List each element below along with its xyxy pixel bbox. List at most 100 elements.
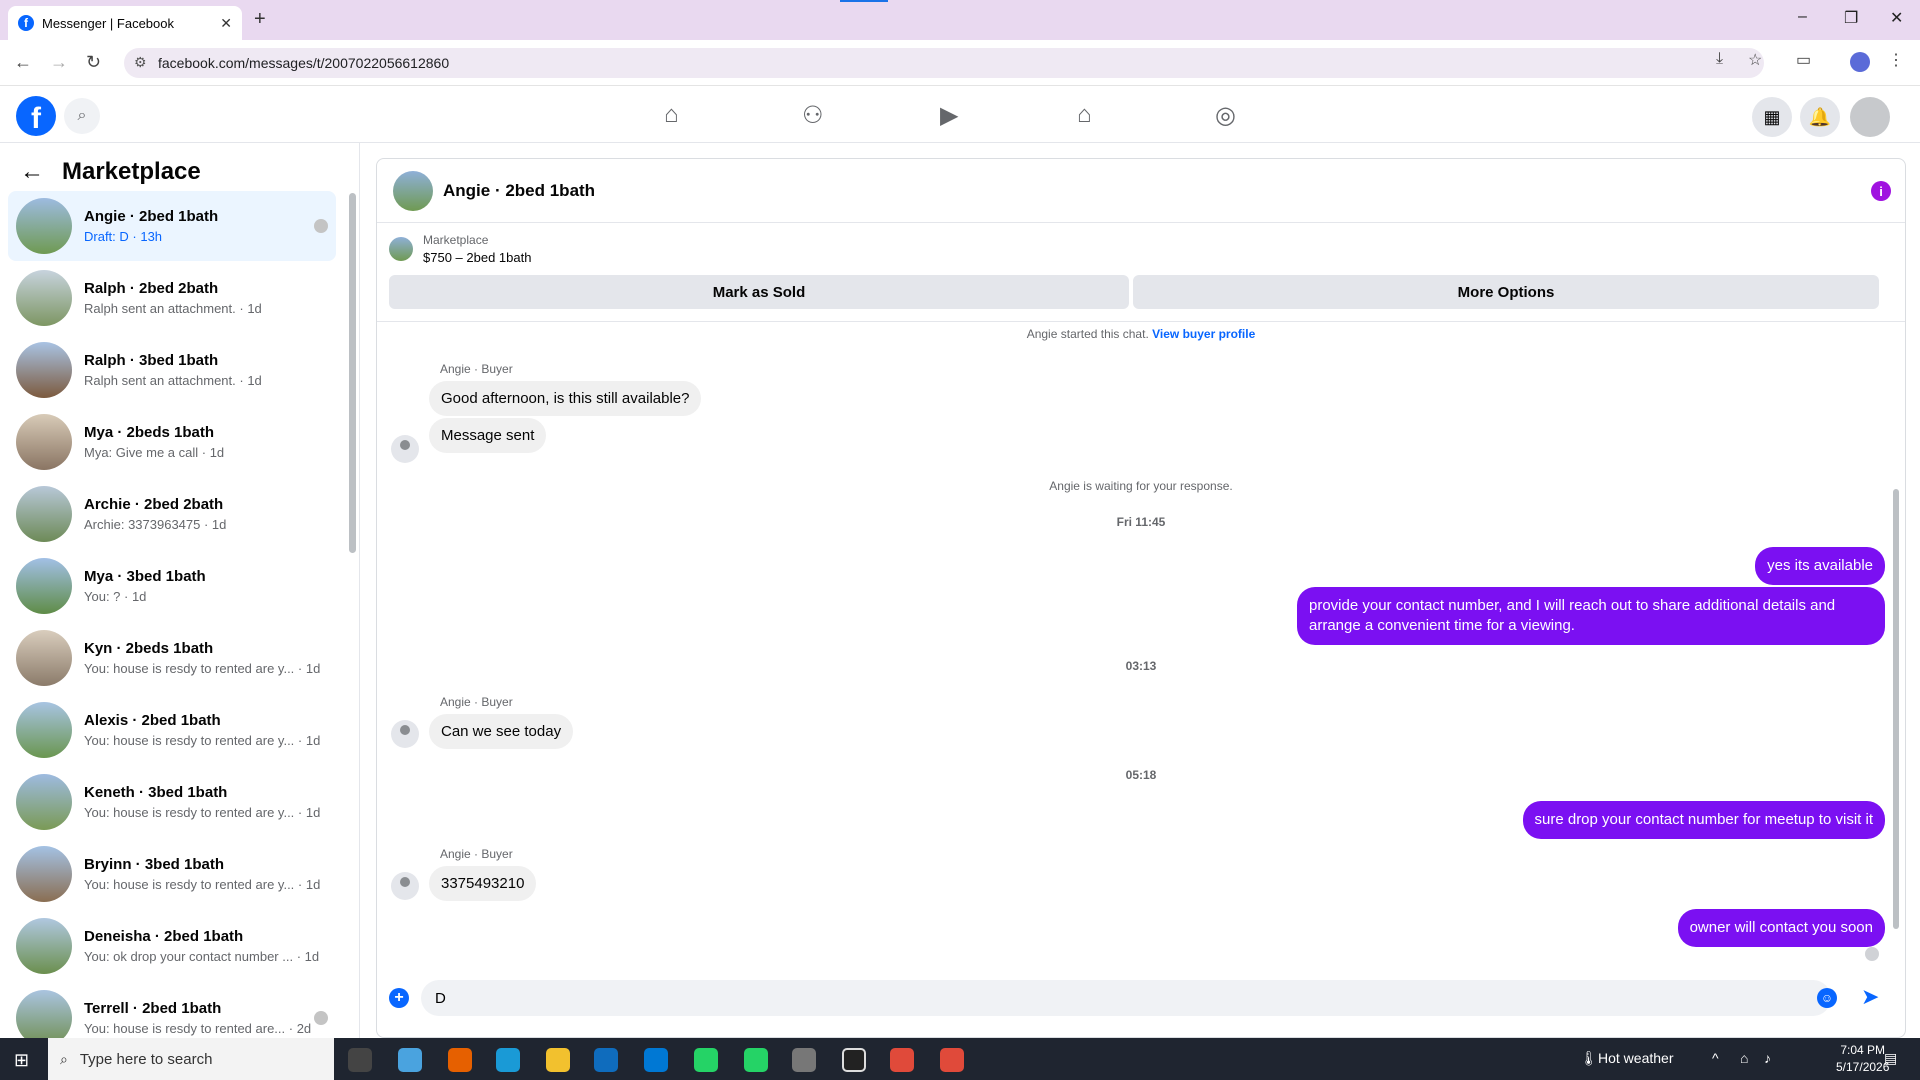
outgoing-message[interactable]: owner will contact you soon <box>1677 909 1885 947</box>
groups-icon[interactable]: ◎ <box>1215 101 1236 130</box>
chatgpt-icon[interactable] <box>842 1048 866 1072</box>
chat-title[interactable]: Angie · 2bed 1bath <box>443 181 595 201</box>
incoming-message[interactable]: Can we see today <box>429 714 574 749</box>
conversation-item[interactable]: Ralph · 3bed 1bath Ralph sent an attachme… <box>8 335 336 405</box>
chrome-profile-avatar[interactable] <box>1850 52 1870 72</box>
conversation-item[interactable]: Mya · 3bed 1bath You: ? · 1d <box>8 551 336 621</box>
weather-icon[interactable]: 🌡 <box>1580 1050 1598 1067</box>
buyer-avatar[interactable] <box>391 872 419 900</box>
conversation-snippet: You: house is resdy to rented are y... ·… <box>84 733 321 748</box>
conversation-item[interactable]: Archie · 2bed 2bath Archie: 3373963475 · … <box>8 479 336 549</box>
outgoing-message[interactable]: sure drop your contact number for meetup… <box>1522 801 1885 839</box>
maximize-button[interactable]: ❐ <box>1844 8 1858 28</box>
friends-icon[interactable]: ⚇ <box>802 101 824 130</box>
file-explorer-icon[interactable] <box>546 1048 570 1072</box>
info-icon[interactable]: i <box>1871 181 1891 201</box>
conversation-snippet: Ralph sent an attachment. · 1d <box>84 301 262 316</box>
outgoing-message[interactable]: yes its available <box>1755 547 1885 585</box>
home-icon[interactable]: ⌂ <box>664 101 679 129</box>
mark-as-sold-button[interactable]: Mark as Sold <box>389 275 1129 309</box>
more-options-button[interactable]: More Options <box>1133 275 1879 309</box>
listing-thumbnail <box>16 990 72 1038</box>
read-receipt-avatar <box>1865 947 1879 961</box>
listing-summary[interactable]: Marketplace $750 – 2bed 1bath <box>389 233 531 265</box>
search-icon[interactable]: ⌕ <box>64 98 100 134</box>
task-view-icon[interactable] <box>348 1048 372 1072</box>
url-bar[interactable]: ⚙ facebook.com/messages/t/20070220566128… <box>124 48 1764 78</box>
video-icon[interactable]: ▶ <box>940 101 958 130</box>
minimize-button[interactable]: – <box>1798 8 1807 26</box>
incoming-message[interactable]: Message sent <box>429 418 547 453</box>
chat-avatar[interactable] <box>393 170 433 211</box>
install-icon[interactable]: ⤓ <box>1716 50 1723 68</box>
volume-icon[interactable]: ♪ <box>1764 1050 1771 1066</box>
back-icon[interactable]: ← <box>14 52 32 73</box>
buyer-avatar[interactable] <box>391 720 419 748</box>
browser-tab[interactable]: f Messenger | Facebook ✕ <box>8 6 242 40</box>
emoji-icon[interactable]: ☺ <box>1817 988 1837 1008</box>
whatsapp-business-icon[interactable] <box>744 1048 768 1072</box>
sidebar-scrollbar[interactable] <box>349 193 356 553</box>
listing-thumbnail <box>16 630 72 686</box>
buyer-avatar[interactable] <box>391 435 419 463</box>
conversation-item[interactable]: Terrell · 2bed 1bath You: house is resdy … <box>8 983 336 1038</box>
notifications-bell-icon[interactable]: 🔔 <box>1800 97 1840 137</box>
store-icon[interactable] <box>594 1048 618 1072</box>
notifications-icon[interactable]: ▤ <box>1884 1050 1897 1067</box>
marketplace-icon[interactable]: ⌂ <box>1077 101 1092 129</box>
whatsapp-icon[interactable] <box>694 1048 718 1072</box>
chevron-up-icon[interactable]: ^ <box>1712 1050 1719 1066</box>
windows-start-icon[interactable]: ⊞ <box>14 1050 29 1071</box>
site-info-icon[interactable]: ⚙ <box>134 54 147 71</box>
app-icon[interactable] <box>398 1048 422 1072</box>
incoming-message[interactable]: 3375493210 <box>429 866 537 901</box>
conversation-item[interactable]: Alexis · 2bed 1bath You: house is resdy t… <box>8 695 336 765</box>
view-buyer-profile-link[interactable]: View buyer profile <box>1152 327 1255 341</box>
listing-thumbnail <box>16 702 72 758</box>
network-icon[interactable]: ⌂ <box>1740 1050 1748 1066</box>
facebook-logo[interactable]: f <box>16 96 56 136</box>
edge-icon[interactable] <box>496 1048 520 1072</box>
conversation-item[interactable]: Keneth · 3bed 1bath You: house is resdy t… <box>8 767 336 837</box>
conversation-item[interactable]: Deneisha · 2bed 1bath You: ok drop your c… <box>8 911 336 981</box>
timestamp: Fri 11:45 <box>1116 515 1166 529</box>
conversation-name: Ralph · 2bed 2bath <box>84 280 219 297</box>
conversation-text: Mya · 3bed 1bath You: ? · 1d <box>84 568 206 604</box>
outgoing-message[interactable]: provide your contact number, and I will … <box>1297 587 1885 645</box>
chrome-icon[interactable] <box>940 1048 964 1072</box>
conversation-item[interactable]: Angie · 2bed 1bath Draft: D · 13h <box>8 191 336 261</box>
waiting-note: Angie is waiting for your response. <box>1049 479 1233 493</box>
tab-search-icon[interactable]: ▭ <box>1796 50 1811 70</box>
listing-thumbnail <box>16 558 72 614</box>
taskbar-search[interactable]: ⌕ Type here to search <box>48 1038 334 1080</box>
reload-icon[interactable]: ↻ <box>86 52 101 73</box>
plus-icon[interactable]: + <box>389 988 409 1008</box>
menu-grid-icon[interactable]: ▦ <box>1752 97 1792 137</box>
bookmark-star-icon[interactable]: ☆ <box>1748 50 1762 70</box>
conversation-item[interactable]: Kyn · 2beds 1bath You: house is resdy to … <box>8 623 336 693</box>
conversation-item[interactable]: Bryinn · 3bed 1bath You: house is resdy t… <box>8 839 336 909</box>
forward-icon[interactable]: → <box>50 52 68 73</box>
conversation-name: Ralph · 3bed 1bath <box>84 352 219 369</box>
firefox-icon[interactable] <box>448 1048 472 1072</box>
close-tab-icon[interactable]: ✕ <box>220 15 232 32</box>
listing-thumbnail <box>16 414 72 470</box>
send-icon[interactable]: ➤ <box>1861 984 1879 1010</box>
chrome-menu-icon[interactable]: ⋮ <box>1888 50 1904 70</box>
outlook-icon[interactable] <box>644 1048 668 1072</box>
account-avatar[interactable] <box>1850 97 1890 137</box>
new-tab-button[interactable]: + <box>254 8 266 31</box>
message-input[interactable] <box>421 980 1831 1016</box>
weather-text[interactable]: Hot weather <box>1598 1050 1673 1066</box>
conversation-item[interactable]: Mya · 2beds 1bath Mya: Give me a call · 1… <box>8 407 336 477</box>
back-arrow-icon[interactable]: ← <box>20 158 44 186</box>
incoming-message[interactable]: Good afternoon, is this still available? <box>429 381 702 416</box>
system-clock[interactable]: 7:04 PM 5/17/2026 <box>1836 1042 1889 1076</box>
conversation-item[interactable]: Ralph · 2bed 2bath Ralph sent an attachme… <box>8 263 336 333</box>
chat-started-text: Angie started this chat. <box>1026 327 1149 341</box>
app-icon[interactable] <box>792 1048 816 1072</box>
chrome-icon[interactable] <box>890 1048 914 1072</box>
chat-scrollbar[interactable] <box>1893 489 1899 929</box>
close-window-button[interactable]: ✕ <box>1890 8 1903 28</box>
listing-thumbnail <box>16 486 72 542</box>
